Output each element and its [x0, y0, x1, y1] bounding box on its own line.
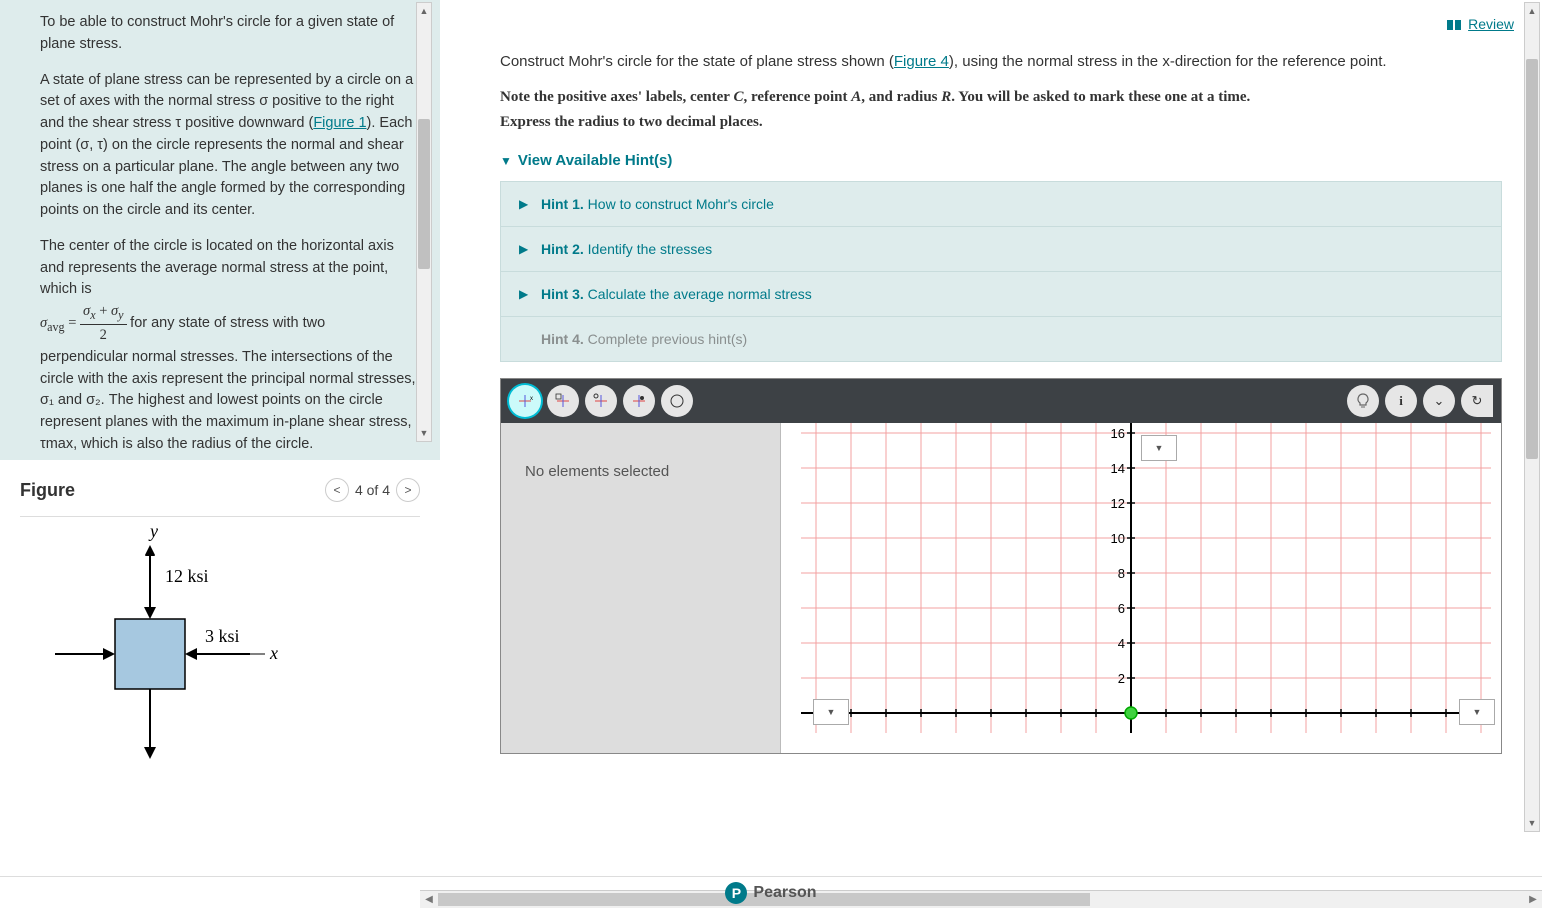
scroll-down-icon[interactable]: ▼: [1525, 815, 1539, 831]
figure-panel: Figure < 4 of 4 > y: [0, 460, 440, 827]
caret-right-icon: ▶: [519, 197, 531, 211]
svg-text:12 ksi: 12 ksi: [165, 566, 209, 586]
book-icon: [1446, 18, 1462, 30]
footer: P Pearson: [0, 876, 1542, 908]
footer-brand: Pearson: [753, 884, 816, 902]
svg-text:10: 10: [1111, 531, 1125, 546]
selection-status: No elements selected: [501, 423, 781, 753]
hint-2[interactable]: ▶ Hint 2. Identify the stresses: [501, 227, 1501, 272]
main-scrollbar[interactable]: ▲ ▼: [1524, 2, 1540, 832]
drawing-canvas: x i ⌄ ↻ No elements selected: [500, 378, 1502, 754]
figure-page-indicator: 4 of 4: [355, 482, 390, 498]
svg-text:x: x: [530, 396, 533, 402]
svg-text:4: 4: [1118, 636, 1125, 651]
svg-text:2: 2: [1118, 671, 1125, 686]
scroll-thumb[interactable]: [418, 119, 430, 269]
scroll-down-icon[interactable]: ▼: [417, 425, 431, 441]
x-axis-label-dropdown-left[interactable]: [813, 699, 849, 725]
scroll-thumb[interactable]: [1526, 59, 1538, 459]
tool-dropdown-button[interactable]: ⌄: [1423, 385, 1455, 417]
figure-title: Figure: [20, 480, 75, 501]
tool-info-button[interactable]: i: [1385, 385, 1417, 417]
svg-text:8: 8: [1118, 566, 1125, 581]
svg-text:y: y: [148, 521, 158, 541]
hint-4-locked: ▶ Hint 4. Complete previous hint(s): [501, 317, 1501, 361]
learning-objective-panel: To be able to construct Mohr's circle fo…: [0, 0, 440, 460]
tool-reset-button[interactable]: ↻: [1461, 385, 1493, 417]
x-axis-label-dropdown-right[interactable]: [1459, 699, 1495, 725]
caret-right-icon: ▶: [519, 242, 531, 256]
figure-4-link[interactable]: Figure 4: [894, 53, 949, 70]
scroll-up-icon[interactable]: ▲: [1525, 3, 1539, 19]
svg-text:6: 6: [1118, 601, 1125, 616]
theory-paragraph-1: A state of plane stress can be represent…: [40, 70, 416, 222]
tool-axes-button[interactable]: x: [509, 385, 541, 417]
sidebar: To be able to construct Mohr's circle fo…: [0, 0, 440, 860]
hints-toggle[interactable]: View Available Hint(s): [440, 144, 1542, 177]
graph-area[interactable]: 16 14 12 10 8 6 4 2: [781, 423, 1501, 753]
svg-text:16: 16: [1111, 426, 1125, 441]
pearson-logo-icon: P: [725, 882, 747, 904]
tool-hint-button[interactable]: [1347, 385, 1379, 417]
svg-text:14: 14: [1111, 461, 1125, 476]
svg-text:3 ksi: 3 ksi: [205, 626, 240, 646]
instruction-emphasis: Note the positive axes' labels, center C…: [440, 79, 1542, 144]
review-link[interactable]: Review: [1446, 16, 1514, 32]
svg-text:x: x: [269, 643, 278, 663]
figure-prev-button[interactable]: <: [325, 478, 349, 502]
scroll-up-icon[interactable]: ▲: [417, 3, 431, 19]
hints-container: ▶ Hint 1. How to construct Mohr's circle…: [500, 181, 1502, 362]
figure-pager: < 4 of 4 >: [325, 478, 420, 502]
objective-text: To be able to construct Mohr's circle fo…: [40, 12, 416, 56]
hint-3[interactable]: ▶ Hint 3. Calculate the average normal s…: [501, 272, 1501, 317]
tool-axis-label-1-button[interactable]: [547, 385, 579, 417]
tool-circle-button[interactable]: [661, 385, 693, 417]
caret-right-icon: ▶: [519, 287, 531, 301]
hint-1[interactable]: ▶ Hint 1. How to construct Mohr's circle: [501, 182, 1501, 227]
canvas-toolbar: x i ⌄ ↻: [501, 379, 1501, 423]
figure-next-button[interactable]: >: [396, 478, 420, 502]
main-content: Review Construct Mohr's circle for the s…: [440, 0, 1542, 860]
svg-text:12: 12: [1111, 496, 1125, 511]
y-axis-label-dropdown[interactable]: [1141, 435, 1177, 461]
instruction-text: Construct Mohr's circle for the state of…: [440, 32, 1542, 79]
tool-axis-label-2-button[interactable]: [585, 385, 617, 417]
tool-point-button[interactable]: [623, 385, 655, 417]
sidebar-scrollbar[interactable]: ▲ ▼: [416, 2, 432, 442]
figure-1-link[interactable]: Figure 1: [313, 115, 366, 131]
theory-paragraph-2: The center of the circle is located on t…: [40, 236, 416, 456]
figure-diagram: y 12 ksi: [20, 517, 420, 817]
